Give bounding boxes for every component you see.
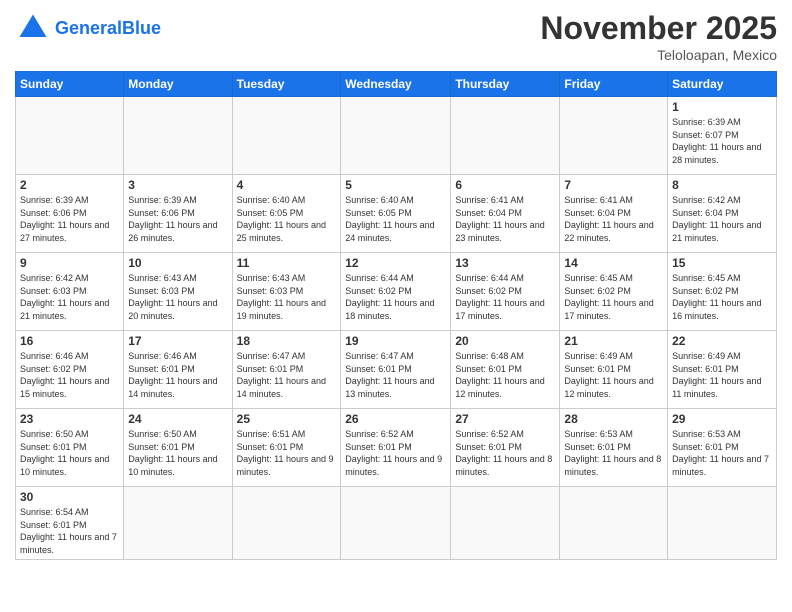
- empty-cell: [668, 487, 777, 560]
- day-7: 7 Sunrise: 6:41 AMSunset: 6:04 PMDayligh…: [560, 175, 668, 253]
- day-20: 20 Sunrise: 6:48 AMSunset: 6:01 PMDaylig…: [451, 331, 560, 409]
- table-row: 2 Sunrise: 6:39 AMSunset: 6:06 PMDayligh…: [16, 175, 777, 253]
- day-22: 22 Sunrise: 6:49 AMSunset: 6:01 PMDaylig…: [668, 331, 777, 409]
- day-25: 25 Sunrise: 6:51 AMSunset: 6:01 PMDaylig…: [232, 409, 341, 487]
- header-thursday: Thursday: [451, 72, 560, 97]
- day-23: 23 Sunrise: 6:50 AMSunset: 6:01 PMDaylig…: [16, 409, 124, 487]
- empty-cell: [341, 97, 451, 175]
- month-title: November 2025: [540, 10, 777, 47]
- calendar: Sunday Monday Tuesday Wednesday Thursday…: [15, 71, 777, 560]
- day-27: 27 Sunrise: 6:52 AMSunset: 6:01 PMDaylig…: [451, 409, 560, 487]
- empty-cell: [232, 487, 341, 560]
- day-2: 2 Sunrise: 6:39 AMSunset: 6:06 PMDayligh…: [16, 175, 124, 253]
- day-3: 3 Sunrise: 6:39 AMSunset: 6:06 PMDayligh…: [124, 175, 232, 253]
- header-tuesday: Tuesday: [232, 72, 341, 97]
- table-row: 30 Sunrise: 6:54 AMSunset: 6:01 PMDaylig…: [16, 487, 777, 560]
- day-1: 1 Sunrise: 6:39 AMSunset: 6:07 PMDayligh…: [668, 97, 777, 175]
- day-28: 28 Sunrise: 6:53 AMSunset: 6:01 PMDaylig…: [560, 409, 668, 487]
- location: Teloloapan, Mexico: [540, 47, 777, 63]
- empty-cell: [341, 487, 451, 560]
- empty-cell: [124, 487, 232, 560]
- weekday-header-row: Sunday Monday Tuesday Wednesday Thursday…: [16, 72, 777, 97]
- header-saturday: Saturday: [668, 72, 777, 97]
- day-12: 12 Sunrise: 6:44 AMSunset: 6:02 PMDaylig…: [341, 253, 451, 331]
- title-block: November 2025 Teloloapan, Mexico: [540, 10, 777, 63]
- empty-cell: [124, 97, 232, 175]
- logo-general: General: [55, 18, 122, 38]
- day-17: 17 Sunrise: 6:46 AMSunset: 6:01 PMDaylig…: [124, 331, 232, 409]
- empty-cell: [560, 97, 668, 175]
- logo-icon: [15, 10, 51, 46]
- day-10: 10 Sunrise: 6:43 AMSunset: 6:03 PMDaylig…: [124, 253, 232, 331]
- day-24: 24 Sunrise: 6:50 AMSunset: 6:01 PMDaylig…: [124, 409, 232, 487]
- empty-cell: [16, 97, 124, 175]
- day-9: 9 Sunrise: 6:42 AMSunset: 6:03 PMDayligh…: [16, 253, 124, 331]
- logo: GeneralBlue: [15, 10, 161, 46]
- logo-text: GeneralBlue: [55, 18, 161, 39]
- header-friday: Friday: [560, 72, 668, 97]
- table-row: 23 Sunrise: 6:50 AMSunset: 6:01 PMDaylig…: [16, 409, 777, 487]
- header-sunday: Sunday: [16, 72, 124, 97]
- header-monday: Monday: [124, 72, 232, 97]
- table-row: 16 Sunrise: 6:46 AMSunset: 6:02 PMDaylig…: [16, 331, 777, 409]
- day-21: 21 Sunrise: 6:49 AMSunset: 6:01 PMDaylig…: [560, 331, 668, 409]
- empty-cell: [232, 97, 341, 175]
- day-11: 11 Sunrise: 6:43 AMSunset: 6:03 PMDaylig…: [232, 253, 341, 331]
- day-4: 4 Sunrise: 6:40 AMSunset: 6:05 PMDayligh…: [232, 175, 341, 253]
- logo-blue: Blue: [122, 18, 161, 38]
- empty-cell: [451, 487, 560, 560]
- header: GeneralBlue November 2025 Teloloapan, Me…: [15, 10, 777, 63]
- day-8: 8 Sunrise: 6:42 AMSunset: 6:04 PMDayligh…: [668, 175, 777, 253]
- day-29: 29 Sunrise: 6:53 AMSunset: 6:01 PMDaylig…: [668, 409, 777, 487]
- day-5: 5 Sunrise: 6:40 AMSunset: 6:05 PMDayligh…: [341, 175, 451, 253]
- day-13: 13 Sunrise: 6:44 AMSunset: 6:02 PMDaylig…: [451, 253, 560, 331]
- day-19: 19 Sunrise: 6:47 AMSunset: 6:01 PMDaylig…: [341, 331, 451, 409]
- table-row: 1 Sunrise: 6:39 AMSunset: 6:07 PMDayligh…: [16, 97, 777, 175]
- day-14: 14 Sunrise: 6:45 AMSunset: 6:02 PMDaylig…: [560, 253, 668, 331]
- day-26: 26 Sunrise: 6:52 AMSunset: 6:01 PMDaylig…: [341, 409, 451, 487]
- day-18: 18 Sunrise: 6:47 AMSunset: 6:01 PMDaylig…: [232, 331, 341, 409]
- day-6: 6 Sunrise: 6:41 AMSunset: 6:04 PMDayligh…: [451, 175, 560, 253]
- day-30: 30 Sunrise: 6:54 AMSunset: 6:01 PMDaylig…: [16, 487, 124, 560]
- page: GeneralBlue November 2025 Teloloapan, Me…: [0, 0, 792, 612]
- table-row: 9 Sunrise: 6:42 AMSunset: 6:03 PMDayligh…: [16, 253, 777, 331]
- day-16: 16 Sunrise: 6:46 AMSunset: 6:02 PMDaylig…: [16, 331, 124, 409]
- empty-cell: [451, 97, 560, 175]
- empty-cell: [560, 487, 668, 560]
- header-wednesday: Wednesday: [341, 72, 451, 97]
- day-15: 15 Sunrise: 6:45 AMSunset: 6:02 PMDaylig…: [668, 253, 777, 331]
